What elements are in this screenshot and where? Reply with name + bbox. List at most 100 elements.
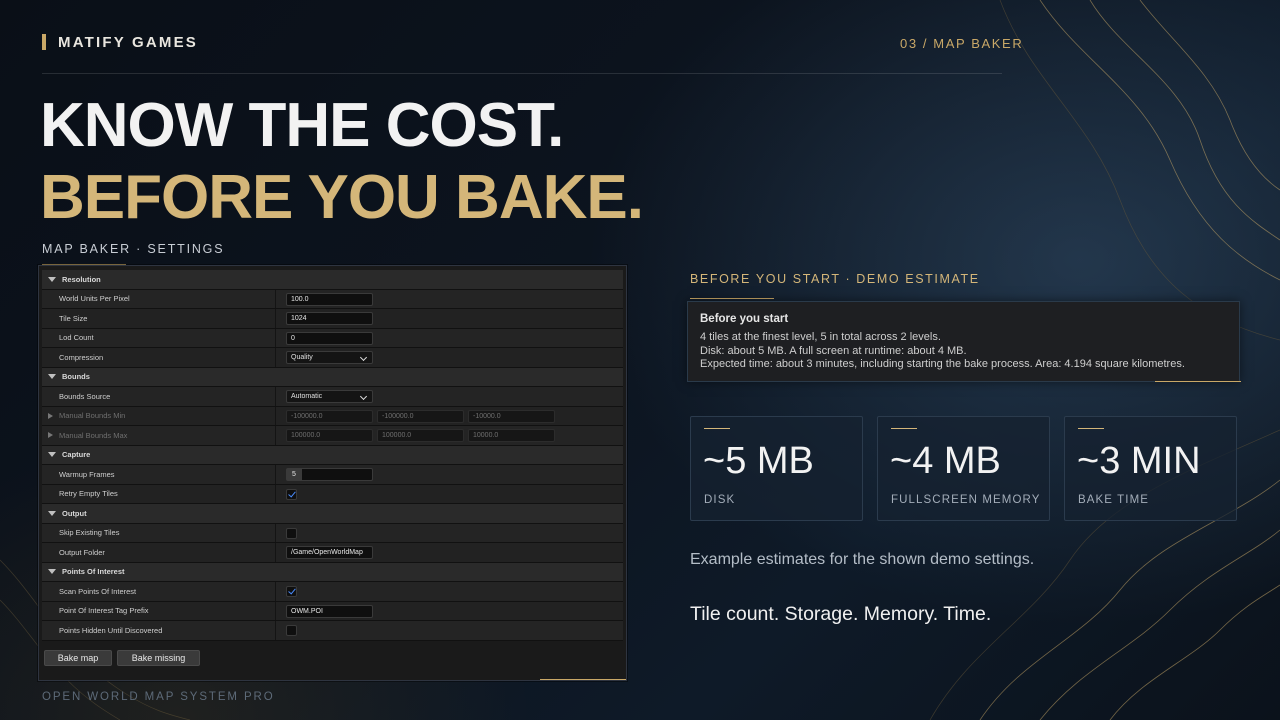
chevron-down-icon [359, 353, 368, 362]
collapse-arrow-icon [48, 276, 56, 282]
row-manual-bounds-min: Manual Bounds Min -100000.0 -100000.0 -1… [42, 406, 623, 426]
bake-missing-button[interactable]: Bake missing [117, 650, 200, 666]
brand-accent-bar [42, 34, 46, 50]
slider-value: 5 [292, 471, 296, 478]
column-divider [275, 582, 276, 601]
stat-card-disk: ~5 MB DISK [690, 416, 863, 521]
category-label: Capture [62, 450, 91, 460]
row-skip-existing-tiles: Skip Existing Tiles [42, 523, 623, 543]
property-label: Tile Size [59, 313, 88, 323]
property-label: Point Of Interest Tag Prefix [59, 606, 149, 616]
output-folder-input[interactable]: /Game/OpenWorldMap [286, 546, 373, 559]
column-divider [275, 309, 276, 328]
tagline: Tile count. Storage. Memory. Time. [690, 603, 992, 625]
row-world-units-per-pixel: World Units Per Pixel 100.0 [42, 289, 623, 309]
category-points-of-interest[interactable]: Points Of Interest [42, 562, 623, 582]
settings-panel: Resolution World Units Per Pixel 100.0 T… [38, 265, 627, 681]
row-output-folder: Output Folder /Game/OpenWorldMap [42, 543, 623, 563]
property-label: Scan Points Of Interest [59, 586, 137, 596]
property-label: Retry Empty Tiles [59, 489, 118, 499]
stat-card-fullscreen-memory: ~4 MB FULLSCREEN MEMORY [877, 416, 1050, 521]
category-resolution[interactable]: Resolution [42, 270, 623, 290]
brand-name: MATIFY GAMES [58, 33, 199, 51]
footer-product-name: OPEN WORLD MAP SYSTEM PRO [42, 691, 275, 703]
stat-label: FULLSCREEN MEMORY [891, 494, 1041, 506]
lod-count-input[interactable]: 0 [286, 331, 373, 345]
compression-selected-value: Quality [291, 354, 313, 361]
bounds-max-z-input[interactable]: 10000.0 [468, 429, 555, 442]
stat-card-bake-time: ~3 MIN BAKE TIME [1064, 416, 1237, 521]
row-tile-size: Tile Size 1024 [42, 309, 623, 329]
row-bounds-source: Bounds Source Automatic [42, 387, 623, 407]
warmup-frames-slider[interactable]: 5 [286, 468, 373, 481]
category-bounds[interactable]: Bounds [42, 367, 623, 387]
property-label: Points Hidden Until Discovered [59, 625, 163, 635]
column-divider [275, 465, 276, 484]
stat-value: ~4 MB [890, 440, 1001, 482]
stat-label: BAKE TIME [1078, 494, 1150, 506]
collapse-arrow-icon [48, 374, 56, 380]
row-warmup-frames: Warmup Frames 5 [42, 465, 623, 485]
estimate-line-disk: Disk: about 5 MB. A full screen at runti… [700, 345, 967, 357]
points-hidden-until-discovered-checkbox[interactable] [286, 625, 297, 636]
row-retry-empty-tiles: Retry Empty Tiles [42, 484, 623, 504]
row-compression: Compression Quality [42, 348, 623, 368]
bounds-max-x-input[interactable]: 100000.0 [286, 429, 373, 442]
bounds-min-z-input[interactable]: -10000.0 [468, 409, 555, 423]
bake-button-bar: Bake map Bake missing [42, 647, 623, 675]
row-poi-tag-prefix: Point Of Interest Tag Prefix OWM.POI [42, 601, 623, 621]
tile-size-input[interactable]: 1024 [286, 312, 373, 325]
poi-tag-prefix-input[interactable]: OWM.POI [286, 604, 373, 618]
column-divider [275, 543, 276, 562]
estimate-title: Before you start [700, 313, 789, 325]
expand-arrow-icon[interactable] [48, 412, 53, 419]
skip-existing-tiles-checkbox[interactable] [286, 527, 297, 539]
bake-map-button[interactable]: Bake map [44, 650, 112, 666]
estimate-note: Example estimates for the shown demo set… [690, 551, 1035, 568]
settings-rows: Resolution World Units Per Pixel 100.0 T… [42, 270, 623, 641]
collapse-arrow-icon [48, 510, 56, 516]
row-points-hidden-until-discovered: Points Hidden Until Discovered [42, 621, 623, 641]
compression-select[interactable]: Quality [286, 351, 373, 364]
scan-points-of-interest-checkbox[interactable] [286, 586, 297, 597]
settings-caption: MAP BAKER · SETTINGS [42, 242, 225, 256]
property-label: Lod Count [59, 333, 94, 343]
column-divider [275, 621, 276, 640]
property-label: Warmup Frames [59, 469, 115, 479]
column-divider [275, 523, 276, 542]
row-manual-bounds-max: Manual Bounds Max 100000.0 100000.0 1000… [42, 426, 623, 446]
category-output[interactable]: Output [42, 504, 623, 524]
estimate-caption: BEFORE YOU START · DEMO ESTIMATE [690, 272, 980, 286]
column-divider [275, 348, 276, 367]
expand-arrow-icon[interactable] [48, 432, 53, 439]
column-divider [275, 289, 276, 308]
retry-empty-tiles-checkbox[interactable] [286, 488, 297, 500]
row-scan-points-of-interest: Scan Points Of Interest [42, 582, 623, 602]
bounds-source-select[interactable]: Automatic [286, 390, 373, 403]
section-label: 03 / MAP BAKER [900, 36, 1024, 51]
bounds-min-y-input[interactable]: -100000.0 [377, 409, 464, 423]
column-divider [275, 601, 276, 620]
property-label: Bounds Source [59, 391, 111, 401]
category-capture[interactable]: Capture [42, 445, 623, 465]
estimate-caption-rule [690, 298, 774, 299]
property-label: Manual Bounds Min [59, 411, 126, 421]
estimate-box: Before you start 4 tiles at the finest l… [687, 301, 1240, 382]
stat-value: ~3 MIN [1077, 440, 1201, 482]
category-label: Output [62, 508, 87, 518]
column-divider [275, 328, 276, 347]
collapse-arrow-icon [48, 452, 56, 458]
property-label: World Units Per Pixel [59, 294, 130, 304]
bounds-max-y-input[interactable]: 100000.0 [377, 429, 464, 442]
bounds-source-selected-value: Automatic [291, 393, 323, 400]
row-lod-count: Lod Count 0 [42, 328, 623, 348]
header-divider [42, 73, 1002, 74]
category-label: Resolution [62, 274, 101, 284]
world-units-input[interactable]: 100.0 [286, 292, 373, 306]
column-divider [275, 484, 276, 503]
property-label: Manual Bounds Max [59, 430, 128, 440]
stat-label: DISK [704, 494, 736, 506]
estimate-box-accent-rule [1155, 381, 1241, 382]
column-divider [275, 406, 276, 425]
bounds-min-x-input[interactable]: -100000.0 [286, 409, 373, 423]
